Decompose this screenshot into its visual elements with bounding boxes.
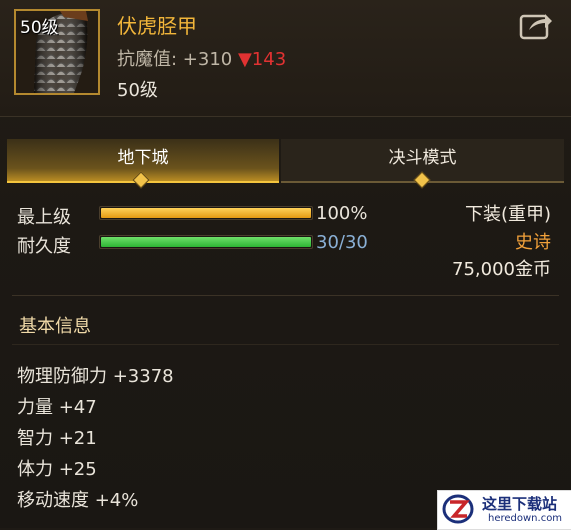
share-icon[interactable] — [519, 10, 553, 40]
item-tooltip-panel: 50级 伏虎胫甲 抗魔值: +310 ▼143 50级 地下城 决斗模式 最上级… — [0, 0, 571, 530]
durability-bar-fill — [101, 237, 311, 247]
item-level-badge: 50级 — [20, 18, 59, 38]
item-name: 伏虎胫甲 — [117, 14, 197, 38]
watermark-subtitle: heredown.com — [488, 513, 563, 524]
watermark-title: 这里下载站 — [482, 495, 558, 513]
item-level: 50级 — [117, 80, 158, 101]
attribute-physical-defense: 物理防御力 +3378 — [17, 366, 174, 387]
attribute-intelligence: 智力 +21 — [17, 428, 97, 449]
top-level-label: 最上级 — [17, 207, 71, 228]
magic-defense-stat: 抗魔值: +310 ▼143 — [117, 45, 286, 71]
top-level-value: 100% — [316, 203, 368, 224]
divider — [12, 295, 559, 296]
durability-value: 30/30 — [316, 232, 368, 253]
item-icon-frame[interactable]: 50级 — [14, 9, 100, 95]
magic-defense-value: 抗魔值: +310 — [117, 49, 233, 70]
stat-diff: ▼143 — [237, 49, 287, 70]
attribute-vitality: 体力 +25 — [17, 459, 97, 480]
durability-label: 耐久度 — [17, 236, 71, 257]
attribute-strength: 力量 +47 — [17, 397, 97, 418]
item-header: 50级 伏虎胫甲 抗魔值: +310 ▼143 50级 — [0, 0, 571, 117]
mode-tabs: 地下城 决斗模式 — [7, 139, 564, 183]
basic-info-title: 基本信息 — [19, 316, 91, 337]
watermark: 这里下载站 heredown.com — [437, 490, 571, 530]
rarity-label: 史诗 — [515, 232, 551, 253]
divider — [12, 344, 559, 345]
top-level-bar — [99, 206, 313, 220]
top-level-bar-fill — [101, 208, 311, 218]
equip-slot: 下装(重甲) — [464, 204, 551, 225]
attribute-move-speed: 移动速度 +4% — [17, 490, 139, 511]
price-label: 75,000金币 — [452, 259, 551, 280]
site-logo-icon — [442, 494, 474, 524]
durability-bar — [99, 235, 313, 249]
